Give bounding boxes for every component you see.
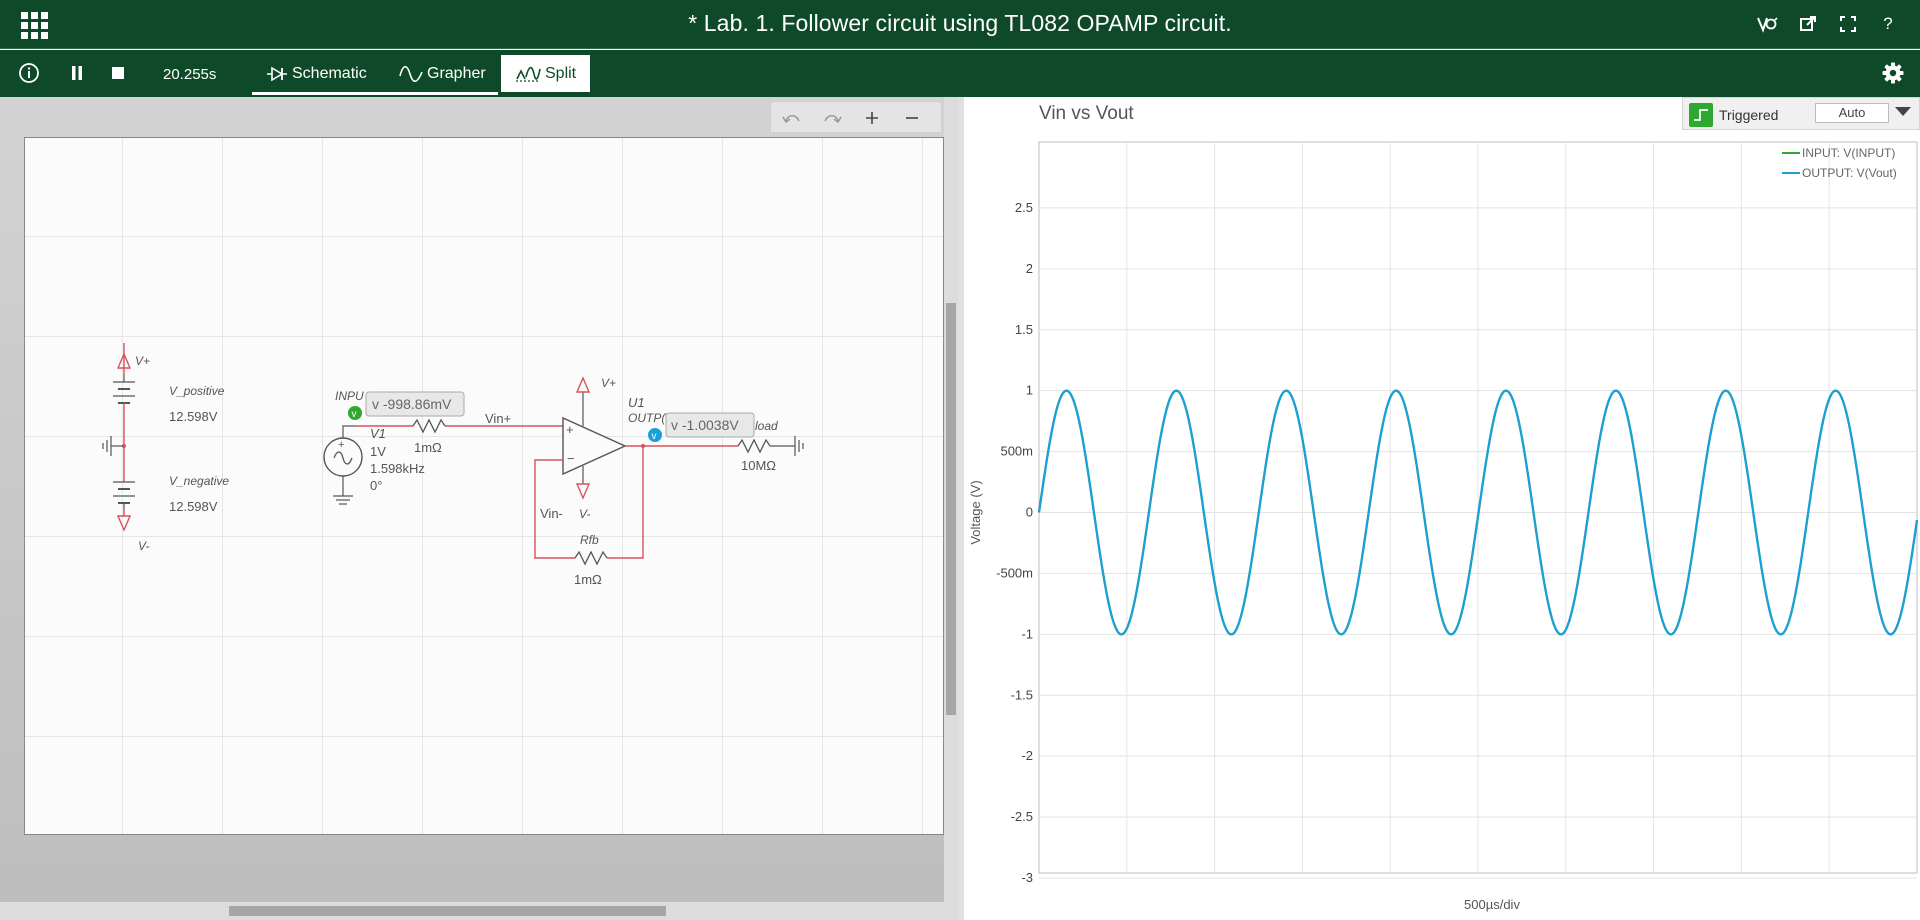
r1-value: 1mΩ: [414, 440, 442, 455]
tab-schematic-label: Schematic: [292, 64, 367, 82]
split-icon: [516, 66, 541, 82]
output-probe-marker: v: [652, 431, 657, 442]
load-label: load: [755, 419, 778, 433]
horizontal-scrollbar-thumb[interactable]: [229, 906, 666, 916]
simulation-time: 20.255s: [163, 66, 217, 83]
vneg-rail-icon: [116, 515, 132, 532]
vpos-rail-label: V+: [135, 354, 150, 368]
opamp-vpos-icon: [575, 376, 591, 393]
vertical-scrollbar-thumb[interactable]: [946, 303, 956, 715]
load-value: 10MΩ: [741, 458, 776, 473]
net-vin-plus: Vin+: [485, 411, 511, 426]
tab-split-label: Split: [545, 64, 577, 82]
x-axis-label: 500µs/div: [1464, 897, 1520, 912]
vpos-value-label: 12.598V: [169, 409, 218, 424]
share-icon[interactable]: [1797, 13, 1819, 35]
opamp-vneg-label: V-: [579, 507, 591, 521]
net-vin-minus: Vin-: [540, 506, 563, 521]
zoom-in-icon[interactable]: [859, 106, 885, 130]
battery-negative-icon: [113, 481, 135, 504]
opamp-vneg-icon: [575, 483, 591, 500]
grapher-pane: Vin vs Vout Triggered Auto 2.5 2 1.5 1 500m 0…: [964, 97, 1920, 920]
y-tick-label: 1.5: [1015, 322, 1033, 337]
gear-icon[interactable]: [1882, 62, 1904, 84]
tab-underline: [252, 92, 498, 95]
source-frequency: 1.598kHz: [370, 461, 425, 476]
source-plus-sign: +: [338, 439, 344, 451]
y-tick-label: -3: [1021, 870, 1033, 885]
vneg-rail-label: V-: [138, 539, 150, 553]
opamp-plus-sign: +: [566, 422, 574, 437]
tab-split[interactable]: Split: [501, 55, 591, 92]
vpos-name-label: V_positive: [169, 384, 225, 398]
y-axis-label: Voltage (V): [968, 480, 983, 544]
legend-entry: INPUT: V(INPUT): [1802, 146, 1895, 160]
vertical-scrollbar[interactable]: [944, 97, 958, 920]
y-tick-label: 1: [1026, 383, 1033, 398]
title-bar: * Lab. 1. Follower circuit using TL082 O…: [0, 0, 1920, 49]
sine-icon: [399, 65, 423, 82]
input-probe-marker: v: [352, 409, 357, 420]
rfb-value: 1mΩ: [574, 572, 602, 587]
window-title: * Lab. 1. Follower circuit using TL082 O…: [688, 10, 1232, 36]
toolbar: 20.255s Schematic Grapher Split: [0, 50, 1920, 97]
resistor-rfb[interactable]: Rfb 1mΩ: [574, 533, 608, 587]
help-icon[interactable]: ?: [1877, 13, 1899, 35]
y-tick-label: -1.5: [1011, 687, 1033, 702]
ground-icon: [102, 436, 112, 456]
input-probe-value: v -998.86mV: [372, 396, 452, 412]
y-tick-label: -2.5: [1011, 809, 1033, 824]
vneg-name-label: V_negative: [169, 474, 229, 488]
input-node-label: INPU: [335, 389, 364, 403]
load-ground-icon: [794, 436, 804, 456]
y-tick-label: -2: [1021, 748, 1033, 763]
tab-grapher[interactable]: Grapher: [385, 55, 500, 92]
rfb-name: Rfb: [580, 533, 599, 547]
source-phase: 0°: [370, 478, 382, 493]
stop-icon[interactable]: [107, 62, 129, 84]
opamp-minus-sign: −: [567, 451, 575, 466]
horizontal-scrollbar[interactable]: [0, 902, 944, 920]
zoom-out-icon[interactable]: [899, 106, 925, 130]
schematic-pane: V+ V_positive 12.598V V_negative 12.598V…: [0, 97, 958, 920]
undo-icon[interactable]: [779, 106, 805, 130]
tab-grapher-label: Grapher: [427, 64, 486, 82]
pause-icon[interactable]: [66, 62, 88, 84]
diode-icon: [267, 66, 287, 81]
source-amplitude: 1V: [370, 444, 386, 459]
tab-schematic[interactable]: Schematic: [252, 55, 381, 92]
info-icon[interactable]: [18, 62, 40, 84]
y-tick-label: 0: [1026, 505, 1033, 520]
source-name: V1: [370, 426, 386, 441]
y-tick-label: -1: [1021, 626, 1033, 641]
redo-icon[interactable]: [819, 106, 845, 130]
spice-icon[interactable]: [1756, 13, 1778, 35]
resistor-r1[interactable]: 1mΩ: [412, 418, 446, 455]
plot-area[interactable]: 2.5 2 1.5 1 500m 0 -500m -1 -1.5 -2 -2.5 -3 Voltage …: [964, 97, 1920, 920]
vneg-value-label: 12.598V: [169, 499, 218, 514]
power-supply[interactable]: V+ V_positive 12.598V V_negative 12.598V…: [102, 343, 229, 553]
opamp-vpos-label: V+: [601, 376, 616, 390]
opamp-name: U1: [628, 395, 645, 410]
schematic-canvas[interactable]: V+ V_positive 12.598V V_negative 12.598V…: [24, 137, 944, 835]
y-tick-label: 2.5: [1015, 200, 1033, 215]
fullscreen-icon[interactable]: [1837, 13, 1859, 35]
battery-positive-icon: [113, 381, 135, 404]
y-tick-label: 2: [1026, 261, 1033, 276]
schematic-controls: [770, 101, 942, 133]
output-probe-value: v -1.0038V: [671, 417, 739, 433]
y-tick-label: -500m: [996, 565, 1033, 580]
output-node-label: OUTP(: [628, 411, 667, 425]
y-tick-label: 500m: [1000, 444, 1033, 459]
input-probe[interactable]: v v -998.86mV: [348, 391, 465, 420]
opamp-u1[interactable]: + − V+ V- U1: [562, 376, 645, 521]
legend-entry: OUTPUT: V(Vout): [1802, 166, 1897, 180]
